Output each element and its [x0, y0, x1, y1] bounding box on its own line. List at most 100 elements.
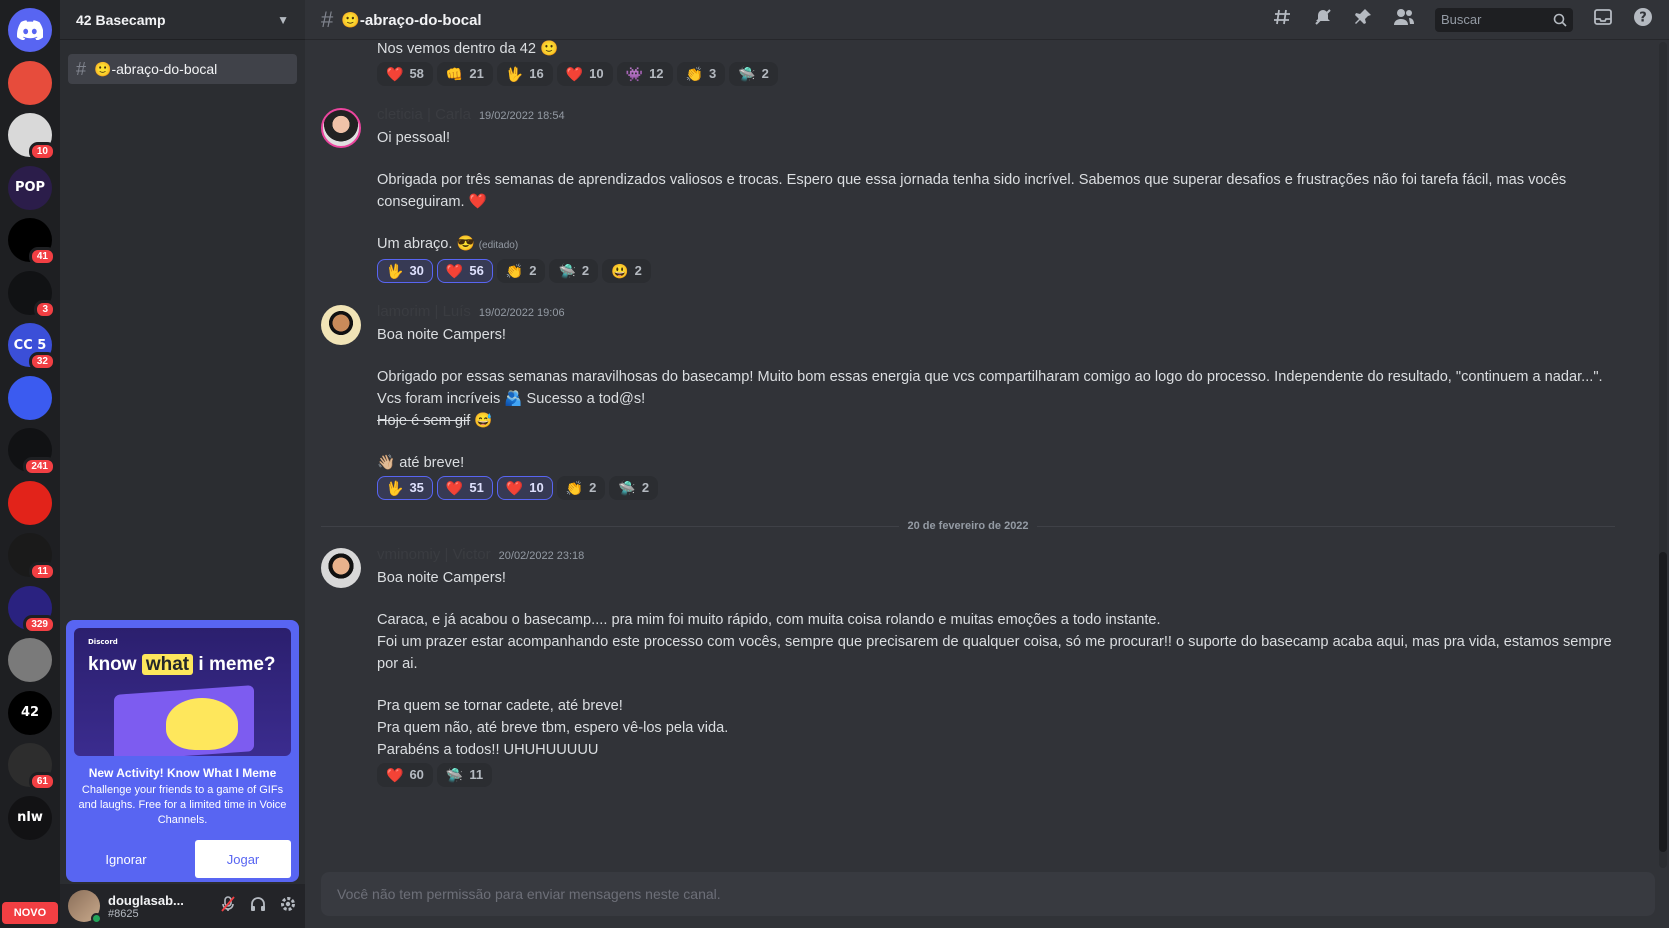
reaction-bar: ❤️ 58 👊 21 🖖 16 ❤️ 10 👾 12 👏 3 🛸 2 [377, 62, 1615, 86]
server-label: CC 5 [13, 337, 47, 353]
server-icon[interactable] [8, 60, 52, 105]
play-button[interactable]: Jogar [195, 840, 291, 878]
server-icon[interactable]: 61 [8, 743, 56, 791]
message: lamorim | Luís 19/02/2022 19:06 Boa noit… [321, 301, 1655, 500]
server-icon[interactable]: 41 [8, 218, 56, 266]
reaction-chip[interactable]: 👏 3 [676, 62, 726, 86]
promo-art-title-highlight: what [141, 654, 194, 675]
reaction-chip[interactable]: 🖖 16 [496, 62, 553, 86]
server-icon[interactable]: 329 [8, 585, 56, 634]
member-list-icon[interactable] [1393, 7, 1415, 32]
reaction-chip[interactable]: 🖖 30 [377, 259, 433, 283]
reaction-emoji: ❤️ [505, 480, 524, 496]
message-line-text: Um abraço. 😎 [377, 236, 475, 252]
message-list: Nos vemos dentro da 42 🙂 ❤️ 58 👊 21 🖖 16 ❤️ 10 👾… [305, 40, 1655, 872]
divider-line [321, 525, 900, 527]
author-name[interactable]: lamorim | Luís [377, 301, 471, 323]
reaction-count: 21 [469, 66, 484, 81]
reaction-bar: 🖖 30 ❤️ 56 👏 2 🛸 2 😃 2 [377, 259, 1615, 283]
threads-icon[interactable] [1273, 7, 1293, 32]
reaction-chip[interactable]: 👊 21 [436, 62, 493, 86]
server-icon[interactable]: 42 [8, 690, 52, 735]
ignore-button[interactable]: Ignorar [74, 841, 178, 877]
message-line: Boa noite Campers! [377, 570, 506, 586]
server-icon[interactable]: nlw [8, 795, 52, 840]
reaction-count: 3 [708, 66, 717, 81]
reaction-chip[interactable]: ❤️ 60 [377, 763, 433, 787]
server-icon[interactable]: CC 5 32 [8, 323, 56, 371]
search-input[interactable]: Buscar [1435, 7, 1573, 32]
message-body: Nos vemos dentro da 42 🙂 ❤️ 58 👊 21 🖖 16 ❤️ 10 👾… [377, 40, 1615, 86]
help-icon[interactable]: ? [1633, 7, 1653, 32]
reaction-chip[interactable]: 😃 2 [602, 259, 651, 283]
promo-illustration: Discord know what i meme? [74, 628, 291, 756]
reaction-emoji: 🖖 [505, 66, 524, 82]
user-name: douglasab... [108, 892, 184, 908]
reaction-chip[interactable]: 👏 2 [496, 259, 546, 283]
reaction-chip[interactable]: ❤️ 51 [436, 476, 493, 500]
channel-name: 🙂-abraço-do-bocal [94, 60, 218, 77]
server-icon[interactable]: 10 [8, 113, 56, 161]
reaction-count: 30 [409, 263, 424, 278]
hashtag-icon: # [76, 58, 87, 79]
reaction-chip[interactable]: 👾 12 [616, 62, 673, 86]
server-icon[interactable]: 241 [8, 428, 56, 476]
sidebar-channel-abraco[interactable]: # 🙂-abraço-do-bocal [68, 54, 297, 84]
user-info[interactable]: douglasab... #8625 [108, 893, 184, 920]
reaction-chip[interactable]: 🛸 11 [436, 763, 493, 787]
reaction-count: 2 [581, 263, 590, 278]
scrollbar-thumb[interactable] [1659, 552, 1667, 852]
promo-description: Challenge your friends to a game of GIFs… [78, 784, 287, 826]
search-icon [1553, 13, 1567, 27]
user-avatar[interactable] [68, 890, 102, 924]
bell-muted-icon[interactable] [1313, 7, 1333, 32]
author-name[interactable]: vminomiy | Victor [377, 544, 491, 566]
server-rail: 10 POP 41 3 CC 5 32 241 11 329 42 61 nlw NOVO [0, 0, 60, 928]
server-icon[interactable] [8, 638, 52, 682]
reaction-bar: ❤️ 60 🛸 11 [377, 763, 1615, 787]
headphones-icon[interactable] [249, 895, 267, 918]
reaction-count: 51 [469, 480, 484, 495]
gear-icon[interactable] [279, 895, 297, 918]
reaction-chip[interactable]: 🛸 2 [549, 259, 599, 283]
server-icon[interactable]: 3 [8, 270, 56, 319]
reaction-chip[interactable]: 🖖 35 [377, 476, 433, 500]
message-line: Obrigado por essas semanas maravilhosas … [377, 369, 1603, 385]
reaction-chip[interactable]: ❤️ 10 [556, 62, 613, 86]
reaction-chip[interactable]: ❤️ 56 [436, 259, 493, 283]
home-button[interactable] [8, 8, 52, 52]
server-icon[interactable]: POP [8, 165, 52, 210]
activity-promo-card: Discord know what i meme? New Activity! … [66, 620, 299, 882]
reaction-count: 10 [589, 66, 604, 81]
svg-text:?: ? [1639, 11, 1647, 26]
server-icon[interactable] [8, 480, 52, 525]
reaction-chip[interactable]: 🛸 2 [609, 476, 659, 500]
mention-badge: 329 [23, 614, 56, 634]
chat-main: # 🙂-abraço-do-bocal Buscar ? Nos vemos d… [305, 0, 1669, 928]
message-scrollbar[interactable] [1659, 42, 1667, 868]
author-avatar[interactable] [321, 305, 361, 345]
pin-icon[interactable] [1353, 7, 1373, 32]
reaction-count: 60 [409, 767, 424, 782]
new-badge[interactable]: NOVO [2, 902, 58, 924]
reaction-chip[interactable]: 👏 2 [556, 476, 606, 500]
server-icon[interactable]: 11 [8, 533, 56, 581]
message-line: Pra quem se tornar cadete, até breve! [377, 698, 623, 714]
guild-header[interactable]: 42 Basecamp ▼ [60, 0, 305, 40]
message-line: Caraca, e já acabou o basecamp.... pra m… [377, 612, 1161, 628]
hashtag-icon: # [321, 6, 334, 32]
promo-actions: Ignorar Jogar [74, 840, 291, 878]
microphone-muted-icon[interactable] [219, 895, 237, 918]
reaction-chip[interactable]: ❤️ 10 [496, 476, 553, 500]
author-avatar[interactable] [321, 108, 361, 148]
author-avatar[interactable] [321, 548, 361, 588]
reaction-chip[interactable]: 🛸 2 [729, 62, 778, 86]
user-tag: #8625 [108, 907, 139, 920]
author-name[interactable]: cleticia | Carla [377, 104, 471, 126]
user-panel: douglasab... #8625 [60, 884, 305, 928]
inbox-icon[interactable] [1593, 7, 1613, 32]
reaction-chip[interactable]: ❤️ 58 [377, 62, 433, 86]
server-icon[interactable] [8, 375, 52, 420]
mention-badge: 241 [23, 457, 56, 476]
